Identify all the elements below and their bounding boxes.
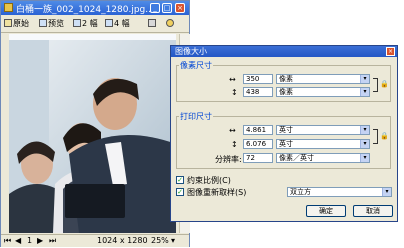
four-up-label: 4 幅	[114, 19, 130, 28]
image-dimensions: 1024 x 1280	[97, 236, 148, 245]
zoom-level[interactable]: 25%	[151, 236, 169, 246]
preview-label: 预览	[48, 19, 64, 28]
resolution-input[interactable]: 72	[243, 153, 273, 163]
image-size-dialog: 图像大小 × 像素尺寸 ↔ 350 像素 ▾ ↕ 438 像素 ▾ 🔒 打印尺寸 ↔…	[170, 45, 398, 222]
viewer-title: 白桶一族_002_1024_1280.jpg...	[16, 5, 154, 15]
chevron-down-icon: ▾	[360, 126, 369, 134]
resample-method-select[interactable]: 双立方 ▾	[287, 187, 392, 197]
image-viewer-window: 白桶一族_002_1024_1280.jpg... _ □ × 原始 预览 2 …	[0, 0, 190, 247]
resample-method: 双立方	[290, 188, 311, 196]
status-bar: ⏮ ◀ 1 ▶ ⏭ 1024 x 1280 25% ▾	[1, 234, 189, 247]
print-width-unit: 英寸	[279, 126, 293, 134]
app-icon	[4, 3, 13, 12]
zoom-dropdown-icon[interactable]: ▾	[171, 236, 175, 246]
resample-checkbox[interactable]: ✓	[176, 188, 184, 196]
print-height-input[interactable]: 6.076	[243, 139, 273, 149]
maximize-button[interactable]: □	[162, 3, 172, 13]
next-page-icon[interactable]: ▶	[37, 236, 43, 246]
pencil-icon	[4, 19, 12, 27]
pixel-height-unit: 像素	[279, 88, 293, 96]
chevron-down-icon: ▾	[360, 75, 369, 83]
print-button[interactable]	[148, 18, 157, 30]
original-button[interactable]: 原始	[4, 18, 29, 30]
chevron-down-icon: ▾	[360, 88, 369, 96]
settings-button[interactable]	[166, 18, 175, 30]
ok-button[interactable]: 确定	[306, 205, 346, 217]
print-width-input[interactable]: 4.861	[243, 125, 273, 135]
lock-icon: 🔒	[380, 132, 389, 140]
two-up-label: 2 幅	[82, 19, 98, 28]
two-up-icon	[73, 19, 81, 27]
constrain-proportions-checkbox[interactable]: ✓	[176, 176, 184, 184]
resample-label: 图像重新取样(S)	[187, 188, 247, 197]
pixel-width-input[interactable]: 350	[243, 74, 273, 84]
print-height-unit: 英寸	[279, 140, 293, 148]
pixel-height-unit-select[interactable]: 像素 ▾	[276, 87, 370, 97]
minimize-button[interactable]: _	[150, 3, 160, 13]
printer-icon	[148, 19, 156, 27]
two-up-button[interactable]: 2 幅	[73, 18, 98, 30]
first-page-icon[interactable]: ⏮	[4, 236, 11, 246]
four-up-button[interactable]: 4 幅	[105, 18, 130, 30]
pixel-width-unit-select[interactable]: 像素 ▾	[276, 74, 370, 84]
cancel-button[interactable]: 取消	[353, 205, 393, 217]
original-label: 原始	[13, 19, 29, 28]
business-people-photo	[9, 34, 176, 233]
pixel-width-unit: 像素	[279, 75, 293, 83]
print-width-arrow-icon: ↔	[229, 126, 236, 135]
close-button[interactable]: ×	[175, 3, 185, 13]
preview-button[interactable]: 预览	[39, 18, 64, 30]
four-up-icon	[105, 19, 113, 27]
resolution-unit-select[interactable]: 像素／英寸 ▾	[276, 153, 370, 163]
prev-page-icon[interactable]: ◀	[15, 236, 21, 246]
pixel-size-label: 像素尺寸	[179, 60, 213, 71]
lock-icon: 🔒	[380, 80, 389, 88]
print-height-unit-select[interactable]: 英寸 ▾	[276, 139, 370, 149]
chevron-down-icon: ▾	[382, 188, 391, 196]
resolution-unit: 像素／英寸	[279, 154, 314, 162]
last-page-icon[interactable]: ⏭	[49, 236, 56, 246]
pixel-chain-bracket	[373, 78, 378, 92]
viewer-titlebar[interactable]: 白桶一族_002_1024_1280.jpg... _ □ ×	[1, 1, 189, 15]
dialog-title[interactable]: 图像大小	[171, 46, 397, 57]
chevron-down-icon: ▾	[360, 154, 369, 162]
print-width-unit-select[interactable]: 英寸 ▾	[276, 125, 370, 135]
dialog-close-icon[interactable]: ×	[386, 47, 395, 56]
pixel-height-input[interactable]: 438	[243, 87, 273, 97]
width-arrow-icon: ↔	[229, 75, 236, 84]
chevron-down-icon: ▾	[360, 140, 369, 148]
print-height-arrow-icon: ↕	[231, 140, 238, 149]
constrain-proportions-label: 约束比例(C)	[187, 176, 231, 185]
preview-icon	[39, 19, 47, 27]
viewer-toolbar: 原始 预览 2 幅 4 幅	[1, 16, 189, 33]
gear-icon	[166, 19, 174, 27]
page-number: 1	[27, 236, 33, 245]
height-arrow-icon: ↕	[231, 88, 238, 97]
resolution-label: 分辨率:	[215, 155, 242, 164]
image-preview[interactable]	[9, 34, 176, 233]
print-size-label: 打印尺寸	[179, 111, 213, 122]
print-chain-bracket	[373, 129, 378, 144]
